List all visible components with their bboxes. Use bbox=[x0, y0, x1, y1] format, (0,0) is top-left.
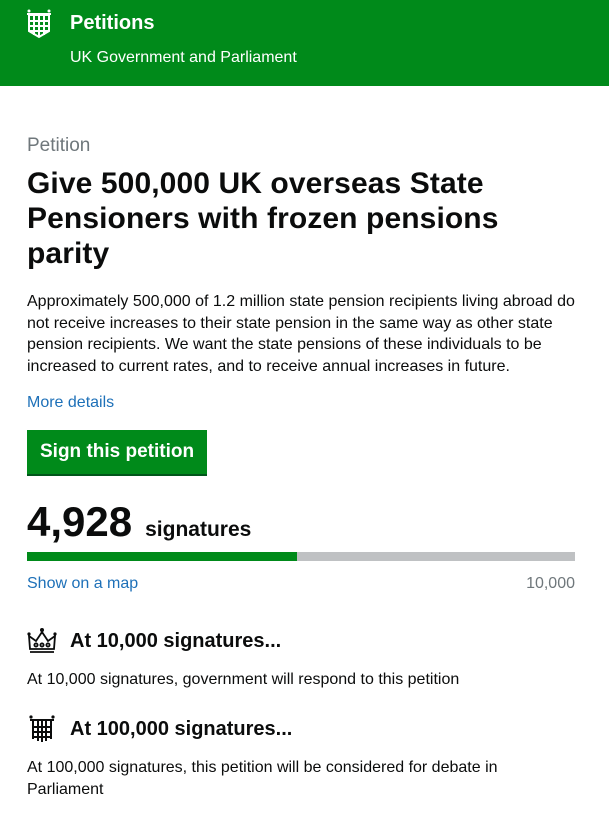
signature-progress-fill bbox=[27, 552, 298, 561]
more-details-link[interactable]: More details bbox=[27, 394, 114, 412]
signature-progress-bar bbox=[27, 552, 575, 561]
site-subtitle: UK Government and Parliament bbox=[70, 49, 297, 66]
petition-main: Petition Give 500,000 UK overseas State … bbox=[0, 134, 609, 801]
site-header: Petitions UK Government and Parliament bbox=[0, 0, 609, 86]
threshold-title: At 10,000 signatures... bbox=[70, 629, 282, 652]
petition-title: Give 500,000 UK overseas State Pensioner… bbox=[27, 167, 499, 270]
site-title-link[interactable]: Petitions bbox=[70, 12, 154, 35]
threshold-government-response: At 10,000 signatures... At 10,000 signat… bbox=[27, 627, 582, 691]
portcullis-icon bbox=[29, 715, 55, 742]
crown-icon bbox=[27, 628, 57, 653]
threshold-parliament-debate: At 100,000 signatures... At 100,000 sign… bbox=[27, 715, 582, 801]
portcullis-icon[interactable] bbox=[26, 9, 52, 39]
threshold-title: At 100,000 signatures... bbox=[70, 717, 293, 740]
petition-summary: Approximately 500,000 of 1.2 million sta… bbox=[27, 293, 575, 375]
signature-count-number: 4,928 bbox=[27, 498, 133, 545]
show-on-map-link[interactable]: Show on a map bbox=[27, 575, 138, 593]
signature-count-label: signatures bbox=[145, 518, 252, 541]
signature-target: 10,000 bbox=[526, 575, 575, 592]
progress-row: Show on a map 10,000 bbox=[27, 575, 575, 593]
page-caption: Petition bbox=[27, 135, 91, 156]
threshold-description: At 100,000 signatures, this petition wil… bbox=[27, 759, 498, 798]
signature-count: 4,928 signatures bbox=[27, 498, 582, 546]
sign-petition-button[interactable]: Sign this petition bbox=[27, 430, 208, 474]
threshold-description: At 10,000 signatures, government will re… bbox=[27, 671, 460, 688]
